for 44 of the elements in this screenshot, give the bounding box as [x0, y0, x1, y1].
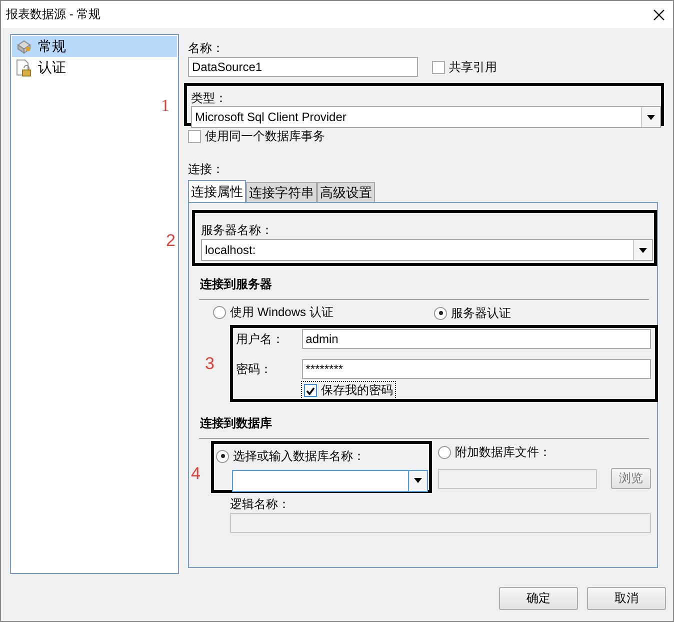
caret-icon — [647, 114, 655, 120]
tab[interactable]: 连接属性 — [188, 180, 246, 203]
database-icon — [16, 38, 32, 54]
tab[interactable]: 高级设置 — [317, 182, 375, 203]
dialog-button[interactable]: 取消 — [587, 587, 666, 610]
database-dropdown[interactable] — [232, 470, 428, 492]
checkbox[interactable]: 共享引用 — [432, 58, 497, 76]
section-label: 连接： — [188, 162, 225, 176]
browse-button[interactable]: 浏览 — [611, 468, 651, 489]
logical-name-field[interactable] — [230, 513, 651, 533]
caret-icon — [639, 248, 647, 252]
field-label: 服务器名称： — [201, 223, 274, 237]
radio-button[interactable]: 使用 Windows 认证 — [213, 304, 334, 321]
checkbox[interactable]: 保存我的密码 — [302, 382, 395, 399]
sidebar-item[interactable]: 认证 — [12, 57, 177, 78]
name-field[interactable]: DataSource1 — [188, 57, 418, 77]
annotation-number: 1 — [161, 96, 170, 116]
document-lock-icon — [16, 58, 32, 76]
checkmark-icon — [306, 386, 315, 394]
section-title: 连接到数据库 — [200, 415, 273, 432]
annotation-number: 2 — [166, 231, 176, 251]
password-field[interactable]: ******** — [302, 359, 651, 379]
field-label: 用户名： — [236, 332, 285, 346]
annotation-number: 4 — [191, 464, 200, 484]
section-title: 连接到服务器 — [200, 276, 273, 293]
attach-file-field[interactable] — [438, 468, 597, 488]
sidebar-item[interactable]: 常规 — [12, 36, 177, 57]
radio-button[interactable]: 附加数据库文件： — [438, 444, 551, 461]
dialog-button[interactable]: 确定 — [499, 587, 578, 610]
radio-button[interactable]: 选择或输入数据库名称： — [216, 448, 365, 464]
tab[interactable]: 连接字符串 — [246, 182, 317, 203]
field-label: 名称： — [188, 41, 225, 55]
radio-button[interactable]: 服务器认证 — [434, 304, 511, 322]
close-icon[interactable] — [653, 8, 665, 20]
field-label: 类型： — [191, 91, 228, 105]
window-title: 报表数据源 - 常规 — [6, 6, 101, 23]
server-dropdown[interactable]: localhost: — [201, 239, 653, 261]
field-label: 逻辑名称： — [230, 497, 291, 511]
annotation-number: 3 — [205, 354, 214, 374]
type-dropdown[interactable]: Microsoft Sql Client Provider — [191, 106, 661, 128]
field-label: 密码： — [236, 362, 273, 376]
checkbox[interactable]: 使用同一个数据库事务 — [188, 128, 325, 145]
username-field[interactable]: admin — [302, 329, 651, 349]
caret-icon — [414, 478, 422, 483]
